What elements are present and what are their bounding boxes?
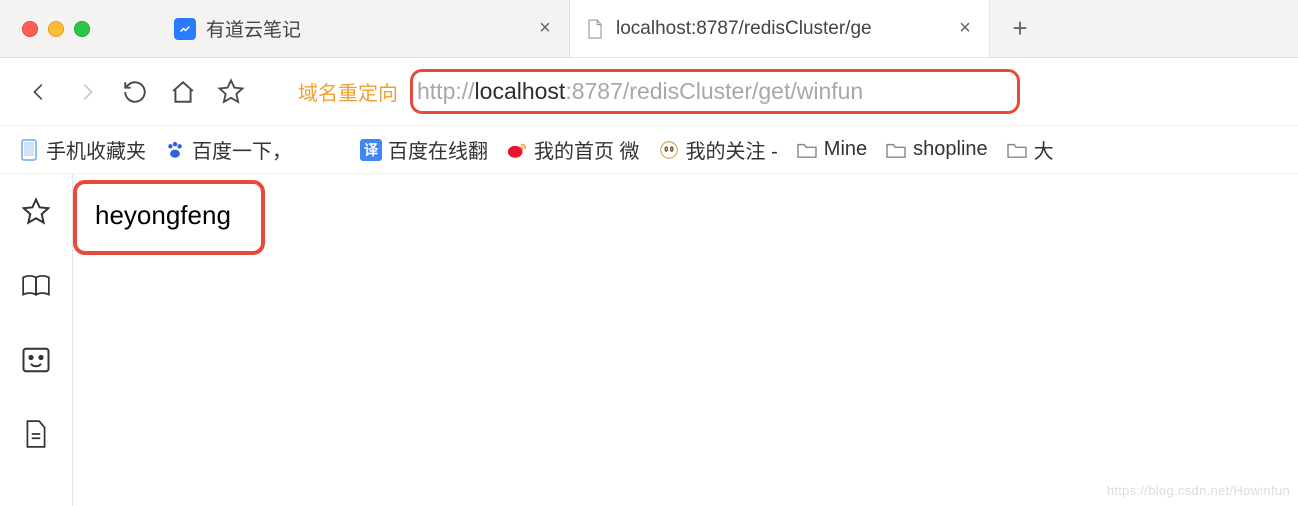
translate-icon: 译 xyxy=(360,139,382,161)
tabs: 有道云笔记 × localhost:8787/redisCluster/ge ×… xyxy=(160,0,1030,57)
side-doc-button[interactable] xyxy=(20,418,52,450)
tab-title: 有道云笔记 xyxy=(206,15,525,42)
bookmark-weibo[interactable]: 我的首页 微 xyxy=(506,135,640,164)
address-bar-wrap: 域名重定向 http:// localhost :8787 /redisClus… xyxy=(298,69,1280,114)
url-path: /redisCluster/get/winfun xyxy=(623,78,863,105)
content-area: heyongfeng https://blog.csdn.net/Howinfu… xyxy=(0,174,1298,506)
side-face-button[interactable] xyxy=(20,344,52,376)
bookmark-translate[interactable]: 译 百度在线翻 xyxy=(360,135,488,164)
new-tab-button[interactable]: + xyxy=(990,0,1030,57)
bookmark-label: 大 xyxy=(1034,135,1054,164)
close-window-button[interactable] xyxy=(22,21,38,37)
url-input[interactable]: http:// localhost :8787 /redisCluster/ge… xyxy=(410,69,1020,114)
side-star-button[interactable] xyxy=(20,196,52,228)
response-text: heyongfeng xyxy=(95,200,231,230)
url-protocol: http:// xyxy=(417,78,475,105)
forward-button[interactable] xyxy=(66,71,108,113)
bookmark-label: 我的首页 微 xyxy=(534,135,640,164)
close-tab-icon[interactable]: × xyxy=(535,19,555,39)
bookmark-follow[interactable]: 我的关注 - xyxy=(658,135,778,164)
file-icon xyxy=(584,18,606,40)
close-tab-icon[interactable]: × xyxy=(955,19,975,39)
minimize-window-button[interactable] xyxy=(48,21,64,37)
response-highlight: heyongfeng xyxy=(73,180,265,255)
maximize-window-button[interactable] xyxy=(74,21,90,37)
bookmark-big[interactable]: 大 xyxy=(1006,135,1054,164)
tab-title: localhost:8787/redisCluster/ge xyxy=(616,18,945,40)
side-strip xyxy=(0,174,73,506)
note-app-icon xyxy=(174,18,196,40)
bookmark-label: 手机收藏夹 xyxy=(46,135,146,164)
weibo-icon xyxy=(506,139,528,161)
bookmark-mine[interactable]: Mine xyxy=(796,138,867,161)
folder-icon xyxy=(1006,139,1028,161)
folder-icon xyxy=(885,139,907,161)
refresh-button[interactable] xyxy=(114,71,156,113)
bookmark-label: shopline xyxy=(913,138,988,161)
folder-icon xyxy=(796,139,818,161)
home-button[interactable] xyxy=(162,71,204,113)
follow-icon xyxy=(658,139,680,161)
page-content: heyongfeng https://blog.csdn.net/Howinfu… xyxy=(73,174,1298,506)
bookmark-shopline[interactable]: shopline xyxy=(885,138,988,161)
bookmark-label: 百度一下， xyxy=(192,135,292,164)
bookmark-label: Mine xyxy=(824,138,867,161)
side-reader-button[interactable] xyxy=(20,270,52,302)
watermark: https://blog.csdn.net/Howinfun xyxy=(1107,483,1290,498)
paw-icon xyxy=(164,139,186,161)
redirect-label: 域名重定向 xyxy=(298,77,398,106)
bookmark-baidu[interactable]: 百度一下， xyxy=(164,135,292,164)
url-port: :8787 xyxy=(565,78,623,105)
window-controls xyxy=(0,21,120,37)
bookmark-star-button[interactable] xyxy=(210,71,252,113)
bookmark-mobile[interactable]: 手机收藏夹 xyxy=(18,135,146,164)
titlebar: 有道云笔记 × localhost:8787/redisCluster/ge ×… xyxy=(0,0,1298,58)
tab-localhost[interactable]: localhost:8787/redisCluster/ge × xyxy=(570,0,990,57)
bookmark-label: 百度在线翻 xyxy=(388,135,488,164)
tab-youdao[interactable]: 有道云笔记 × xyxy=(160,0,570,57)
bookmark-label: 我的关注 - xyxy=(686,135,778,164)
url-host: localhost xyxy=(475,78,566,105)
bookmarks-bar: 手机收藏夹 百度一下， 译 百度在线翻 我的首页 微 我的关注 - Mine s… xyxy=(0,126,1298,174)
navbar: 域名重定向 http:// localhost :8787 /redisClus… xyxy=(0,58,1298,126)
back-button[interactable] xyxy=(18,71,60,113)
mobile-icon xyxy=(18,139,40,161)
